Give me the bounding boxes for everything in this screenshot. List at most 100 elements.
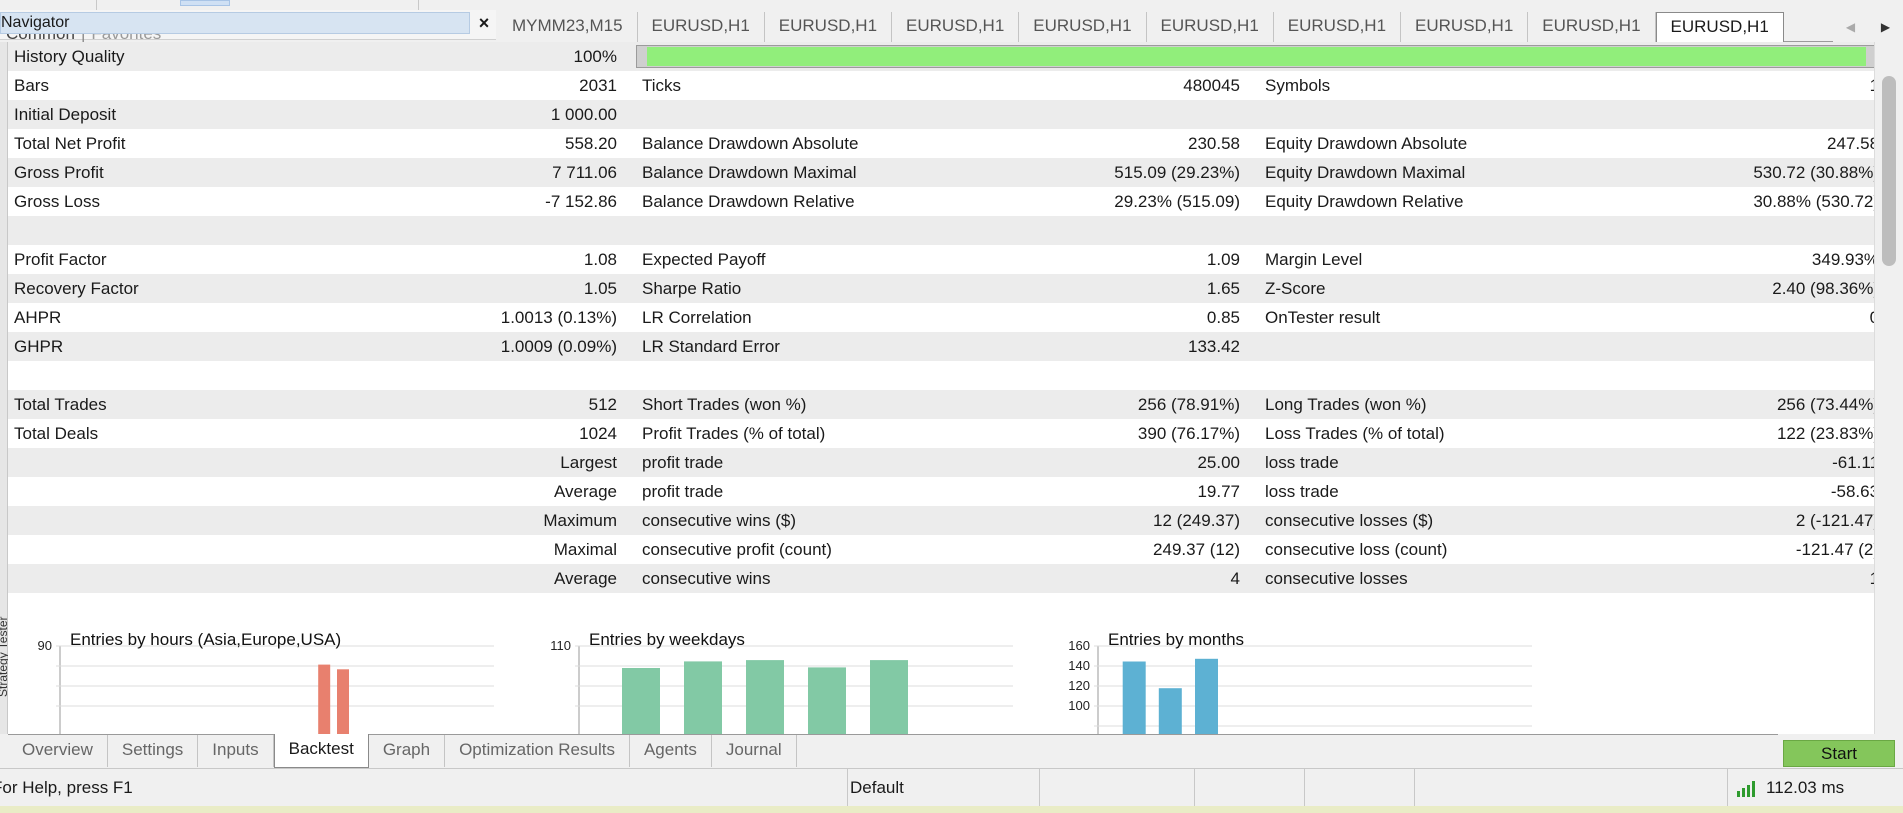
report-value: 390 (76.17%) [966, 419, 1246, 448]
report-row: Profit Factor 1.08 Expected Payoff 1.09 Marg… [8, 245, 1874, 274]
report-label [1259, 100, 1589, 129]
report-row [8, 593, 1874, 622]
report-value: 19.77 [966, 477, 1246, 506]
report-label: Short Trades (won %) [636, 390, 966, 419]
tab-overview[interactable]: Overview [8, 735, 108, 767]
start-button[interactable]: Start [1783, 740, 1895, 767]
report-value: 515.09 (29.23%) [966, 158, 1246, 187]
chart-tab[interactable]: EURUSD,H1 [892, 12, 1020, 42]
report-value: 256 (73.44%) [1589, 390, 1874, 419]
scroll-left-icon[interactable]: ◀ [1846, 20, 1855, 34]
report-value: 2.40 (98.36%) [1589, 274, 1874, 303]
report-label: Sharpe Ratio [636, 274, 966, 303]
chart-tab[interactable]: EURUSD,H1 [1401, 12, 1529, 42]
report-value [1589, 332, 1874, 361]
tab-inputs[interactable]: Inputs [198, 735, 274, 767]
chart-tab[interactable]: EURUSD,H1 [1019, 12, 1147, 42]
report-gap [1246, 274, 1259, 303]
report-gap [623, 419, 636, 448]
chart-tab[interactable]: EURUSD,H1 [1273, 12, 1402, 42]
report-value: 1.0013 (0.13%) [323, 303, 623, 332]
report-label [8, 448, 323, 477]
report-gap [1246, 216, 1259, 245]
report-gap [1246, 158, 1259, 187]
report-value [1589, 361, 1874, 390]
report-gap [1246, 187, 1259, 216]
report-row: Average profit trade19.77 loss trade-58.63 [8, 477, 1874, 506]
entries-chart: 90 Entries by hours (Asia,Europe,USA) [8, 624, 528, 734]
chart-tab[interactable]: EURUSD,H1 [764, 12, 893, 42]
scroll-right-icon[interactable]: ▶ [1881, 20, 1890, 34]
tab-optimization-results[interactable]: Optimization Results [445, 735, 630, 767]
report-label: LR Correlation [636, 303, 966, 332]
report-value: 256 (78.91%) [966, 390, 1246, 419]
report-label [8, 361, 323, 390]
report-body: History Quality 100% Bars 2031 Ticks 480045… [8, 42, 1874, 622]
scrollbar-thumb[interactable] [1882, 76, 1896, 266]
report-value: 512 [323, 390, 623, 419]
report-row: Total Trades 512 Short Trades (won %) 256 (… [8, 390, 1874, 419]
tab-settings[interactable]: Settings [108, 735, 199, 767]
status-cell-empty [1415, 769, 1728, 807]
report-value: 29.23% (515.09) [966, 187, 1246, 216]
toolbar-divider [96, 0, 97, 10]
report-label: profit trade [636, 448, 966, 477]
chart-bar [746, 660, 784, 734]
report-gap [623, 42, 636, 71]
report-scrollbar[interactable] [1874, 42, 1903, 734]
report-label: Expected Payoff [636, 245, 966, 274]
report-label: Z-Score [1259, 274, 1589, 303]
report-gap [623, 593, 636, 622]
report-row: Bars2031 Ticks480045 Symbols1 [8, 71, 1874, 100]
tester-tabs: Overview Settings Inputs Backtest Graph Optim… [8, 734, 1778, 768]
report-value: 1.08 [323, 245, 623, 274]
report-gap [1246, 129, 1259, 158]
tab-graph[interactable]: Graph [369, 735, 446, 767]
report-value: 1.65 [966, 274, 1246, 303]
status-ping: 112.03 ms [1766, 778, 1845, 797]
tab-backtest[interactable]: Backtest [273, 734, 369, 768]
report-value [1589, 593, 1874, 622]
report-value: 2031 [323, 71, 623, 100]
history-quality-fill [647, 47, 1867, 66]
report-row: Maximum consecutive wins ($) 12 (249.37) co… [8, 506, 1874, 535]
report-label: Ticks [636, 71, 966, 100]
report-label: Initial Deposit [8, 100, 323, 129]
report-label [8, 506, 323, 535]
tab-agents[interactable]: Agents [630, 735, 712, 767]
report-value: Maximum [323, 506, 623, 535]
report-gap [623, 535, 636, 564]
report-label: GHPR [8, 332, 323, 361]
report-row: Total Net Profit 558.20 Balance Drawdown A… [8, 129, 1874, 158]
tab-journal[interactable]: Journal [712, 735, 797, 767]
report-gap [1246, 535, 1259, 564]
navigator-close-icon[interactable]: × [474, 12, 494, 34]
report-label: Equity Drawdown Maximal [1259, 158, 1589, 187]
report-value [323, 361, 623, 390]
report-gap [1246, 332, 1259, 361]
history-quality-bar [636, 45, 1874, 68]
report-row: Maximal consecutive profit (count) 249.37 … [8, 535, 1874, 564]
report-gap [1246, 564, 1259, 593]
report-row [8, 216, 1874, 245]
navigator-panel: Common|Favorites Navigator × [0, 10, 496, 43]
status-cell-empty [1305, 769, 1415, 807]
report-value: Average [323, 564, 623, 593]
chart-tab[interactable]: EURUSD,H1 [1655, 12, 1784, 42]
entries-charts: 90 Entries by hours (Asia,Europe,USA) 110 E… [8, 624, 1874, 734]
report-row: AHPR 1.0013 (0.13%) LR Correlation 0.85 OnTe… [8, 303, 1874, 332]
report-label: Gross Loss [8, 187, 323, 216]
report-row: Gross Profit 7 711.06 Balance Drawdown Max… [8, 158, 1874, 187]
report-label: consecutive wins ($) [636, 506, 966, 535]
chart-tabs: MYMM23,M15 EURUSD,H1 EURUSD,H1 EURUSD,H1 EUR… [498, 12, 1903, 42]
chart-tab[interactable]: EURUSD,H1 [637, 12, 765, 42]
report-gap [1246, 245, 1259, 274]
report-label [636, 593, 966, 622]
chart-tab[interactable]: EURUSD,H1 [1146, 12, 1274, 42]
top-strip [0, 0, 1903, 10]
report-label: consecutive profit (count) [636, 535, 966, 564]
report-label: History Quality [8, 42, 323, 71]
report-label [636, 100, 966, 129]
chart-tab[interactable]: EURUSD,H1 [1528, 12, 1656, 42]
chart-tab[interactable]: MYMM23,M15 [498, 12, 638, 42]
